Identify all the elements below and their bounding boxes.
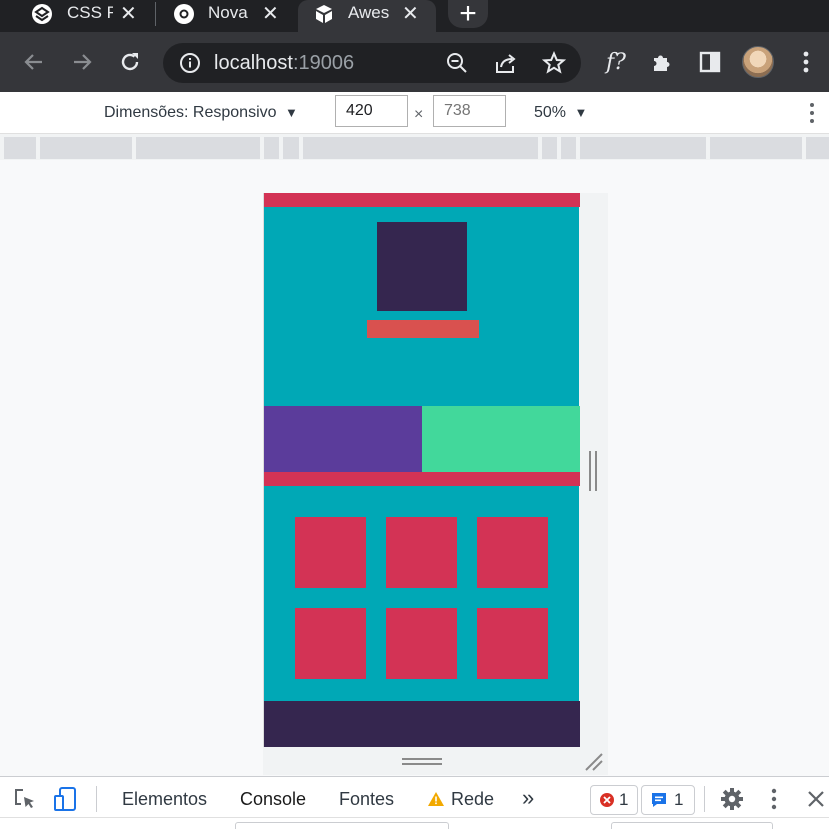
url-text: localhost:19006 (214, 52, 355, 74)
tab-css[interactable]: CSS F ✕ (14, 0, 154, 32)
caret-down-icon: ▼ (284, 105, 298, 120)
grid-tile (295, 608, 366, 679)
close-icon[interactable] (803, 786, 829, 812)
inspect-element-icon[interactable] (12, 786, 38, 812)
side-panel-icon[interactable] (694, 46, 726, 78)
reload-button[interactable] (114, 46, 146, 78)
arrow-left-icon (24, 54, 42, 70)
resize-handle-bottom[interactable] (402, 758, 442, 766)
error-count-badge[interactable]: 1 (590, 785, 638, 815)
tab-sources[interactable]: Fontes (339, 789, 394, 810)
close-icon[interactable]: ✕ (120, 1, 137, 26)
tab-title: Nova (208, 3, 248, 22)
warning-icon (428, 792, 444, 806)
tab-nova[interactable]: Nova ✕ (156, 0, 296, 32)
caret-down-icon: ▼ (574, 105, 588, 120)
arrow-right-icon (74, 54, 92, 70)
codepen-icon (30, 2, 54, 26)
info-icon[interactable] (179, 52, 201, 79)
grid-tile (295, 517, 366, 588)
title-bar (367, 320, 479, 338)
purple-panel (264, 406, 422, 472)
middle-stripe (264, 472, 580, 486)
fonts-ninja-extension-icon[interactable]: f? (600, 46, 632, 78)
kebab-menu-icon[interactable] (761, 786, 787, 812)
footer-bar (264, 701, 580, 747)
tab-awesome[interactable]: Awes ✕ (298, 0, 436, 32)
error-icon (600, 793, 614, 807)
kebab-menu-icon[interactable] (790, 46, 822, 78)
close-icon[interactable]: ✕ (402, 1, 419, 26)
more-tabs-button[interactable]: » (522, 785, 534, 811)
grid-tile (477, 517, 548, 588)
message-icon (652, 793, 666, 807)
log-levels-dropdown[interactable] (611, 822, 773, 829)
top-stripe (264, 193, 580, 207)
zoom-dropdown[interactable]: 50% ▼ (534, 104, 587, 122)
grid-tile (477, 608, 548, 679)
height-input[interactable] (433, 95, 506, 127)
console-filter-input[interactable] (235, 822, 449, 829)
grid-tile (386, 517, 457, 588)
tab-title: CSS F (67, 3, 113, 22)
resize-handle-corner[interactable] (584, 752, 604, 772)
resize-handle-right[interactable] (589, 451, 598, 491)
close-icon[interactable]: ✕ (262, 1, 279, 26)
gear-icon[interactable] (719, 786, 745, 812)
times-sign: × (414, 106, 424, 123)
device-toolbar: Dimensões: Responsivo ▼ × 50% ▼ (0, 92, 829, 134)
address-bar[interactable]: localhost:19006 (163, 43, 581, 83)
grid-tile (386, 608, 457, 679)
tab-network[interactable]: Rede (427, 789, 494, 810)
chrome-icon (172, 2, 196, 26)
back-button[interactable] (18, 46, 50, 78)
device-toggle-icon[interactable] (52, 786, 78, 812)
logo-square (377, 222, 467, 311)
green-panel (422, 406, 580, 472)
more-options-icon[interactable] (802, 100, 822, 126)
star-icon[interactable] (541, 50, 567, 80)
share-icon[interactable] (494, 52, 518, 79)
rendered-page (263, 193, 580, 747)
cube-icon (312, 2, 336, 26)
browser-toolbar: localhost:19006 f? (0, 32, 829, 92)
tab-console[interactable]: Console (240, 789, 306, 810)
reload-icon (121, 53, 139, 71)
message-count-badge[interactable]: 1 (641, 785, 695, 815)
forward-button[interactable] (66, 46, 98, 78)
dimensions-dropdown[interactable]: Dimensões: Responsivo ▼ (104, 104, 298, 122)
zoom-icon[interactable] (446, 52, 468, 79)
avatar[interactable] (742, 46, 774, 78)
tab-strip: CSS F ✕ Nova ✕ Awes ✕ + (0, 0, 829, 32)
tab-elements[interactable]: Elementos (122, 789, 207, 810)
new-tab-button[interactable]: + (448, 0, 488, 29)
puzzle-icon[interactable] (646, 46, 678, 78)
width-input[interactable] (335, 95, 408, 127)
media-query-bar[interactable] (0, 134, 829, 160)
tab-title: Awes (348, 3, 390, 22)
